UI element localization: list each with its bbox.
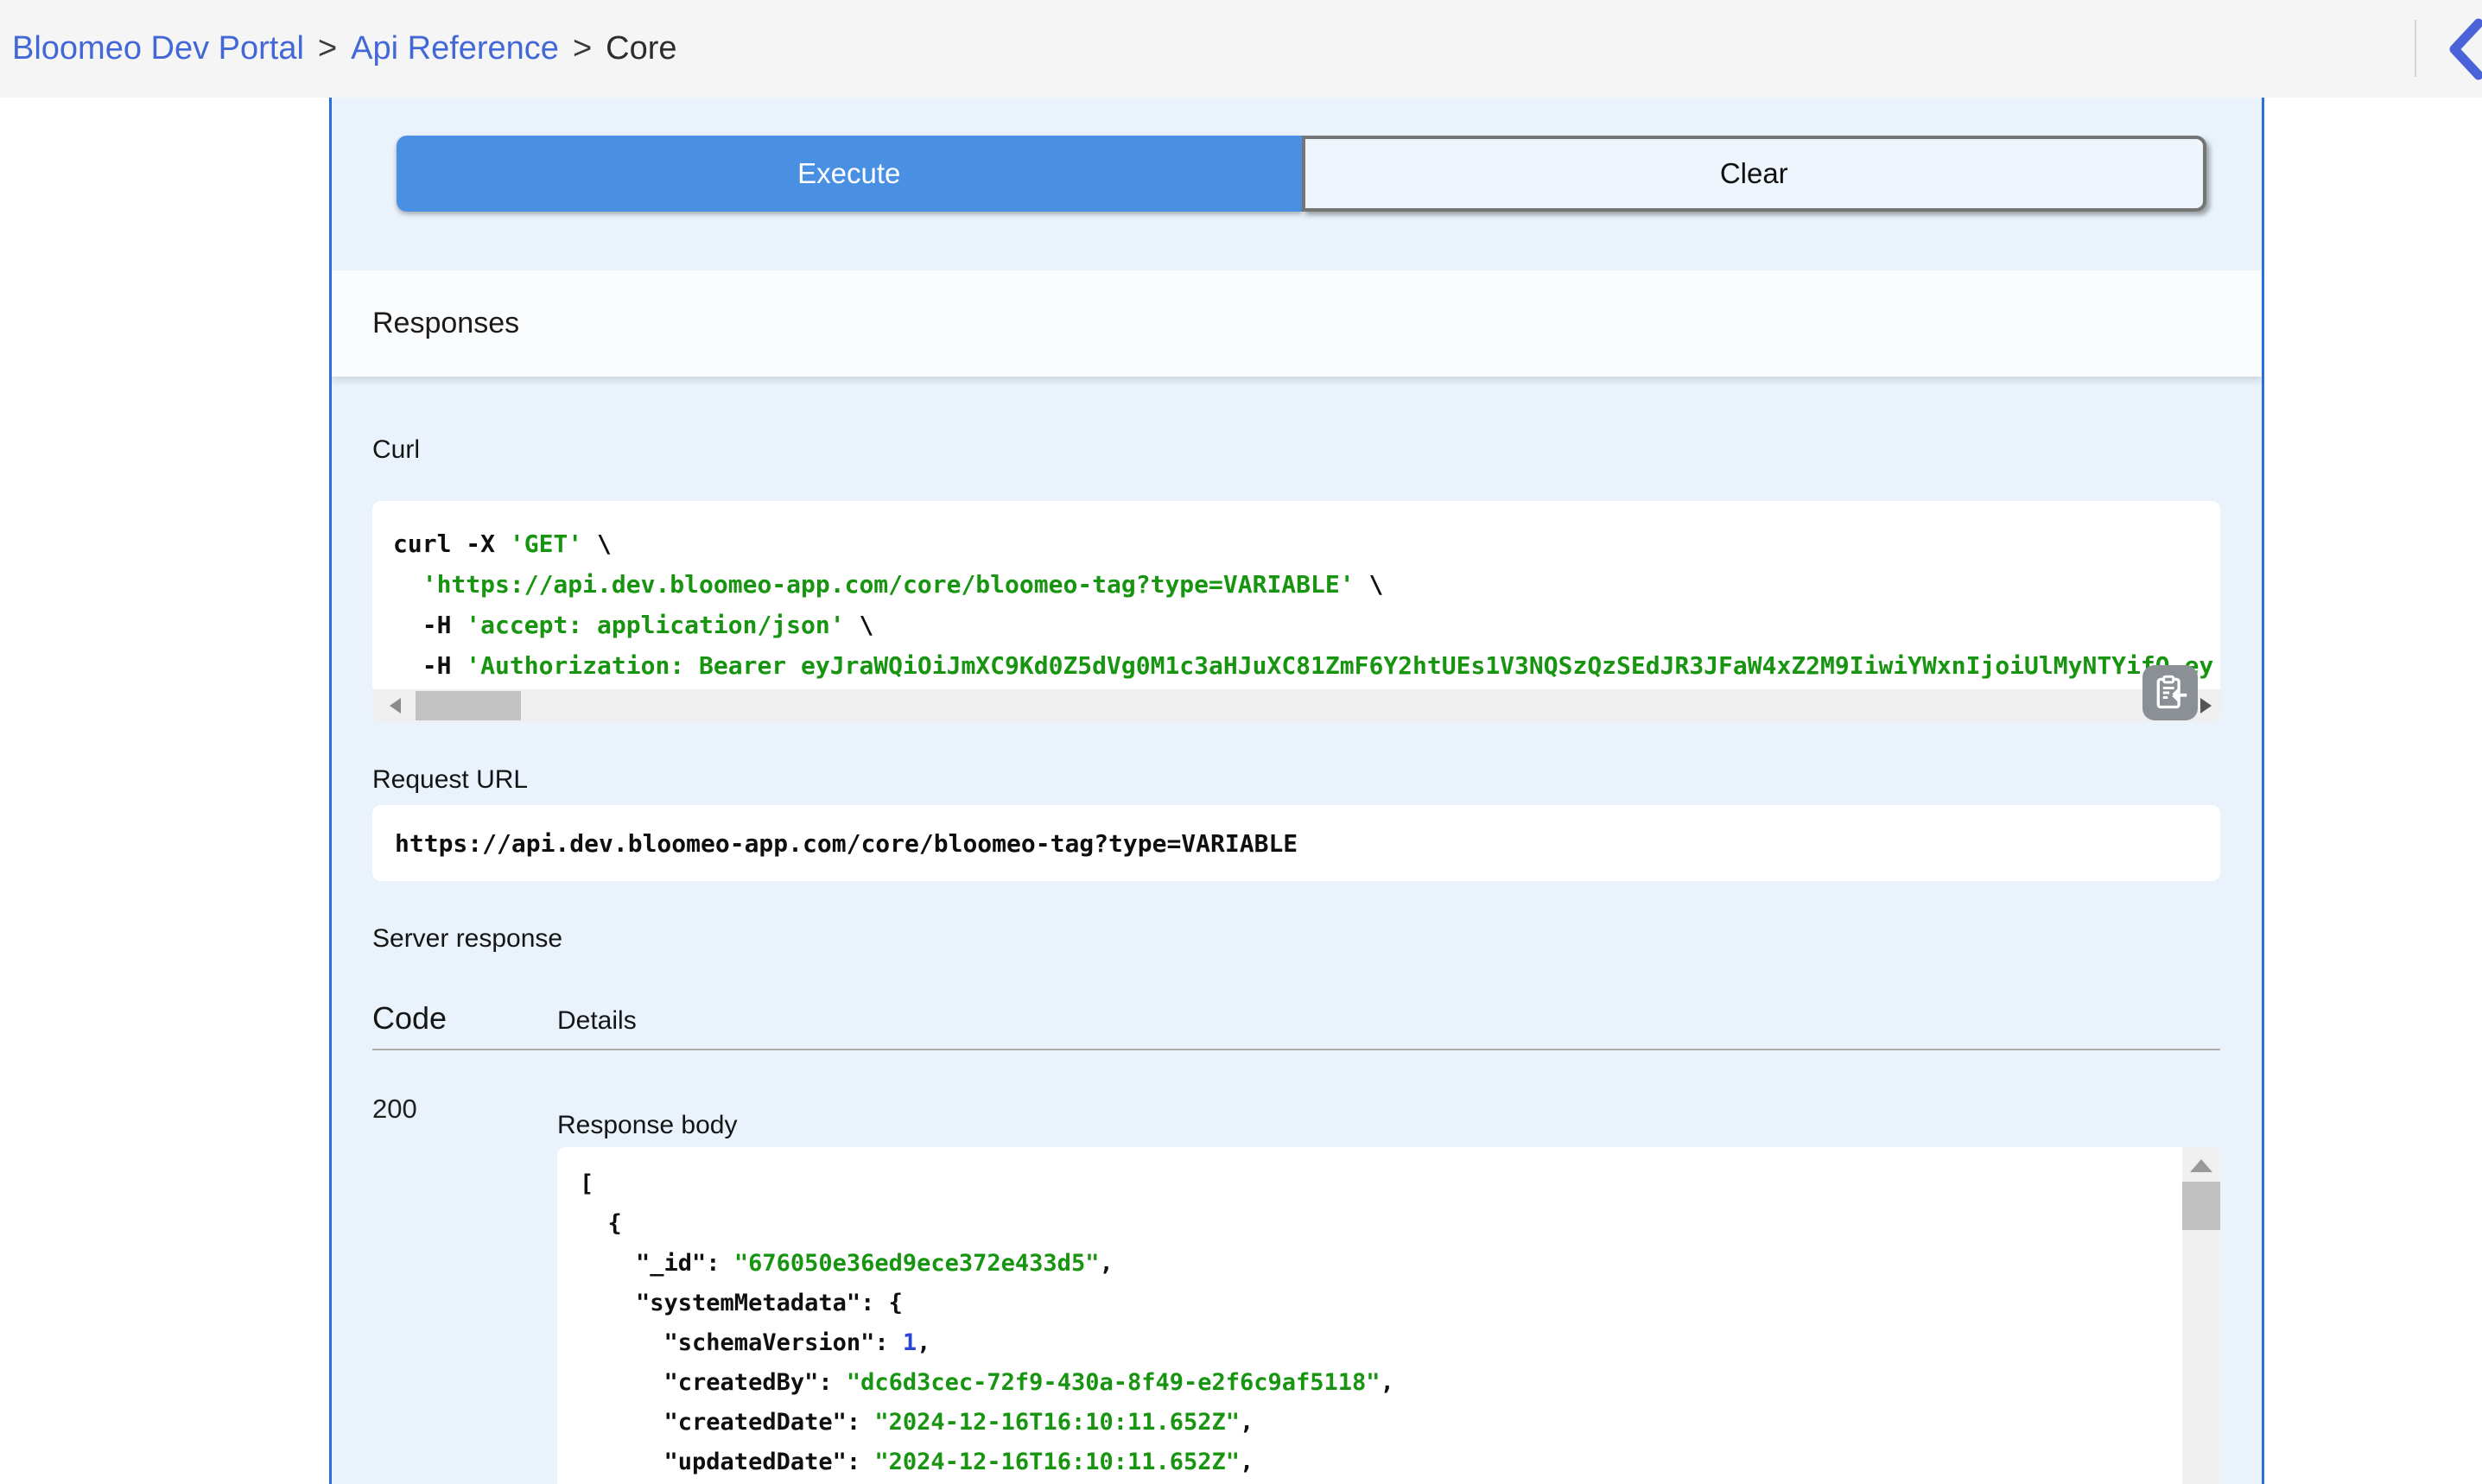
breadcrumb-link-dev-portal[interactable]: Bloomeo Dev Portal xyxy=(12,30,304,67)
status-code: 200 xyxy=(372,1094,557,1484)
server-response-table: Code Details 200 Response body [ { "_id"… xyxy=(372,1000,2220,1484)
scroll-up-arrow-icon[interactable] xyxy=(2190,1159,2212,1172)
header-divider xyxy=(2415,20,2416,77)
details-column-header: Details xyxy=(557,1006,2220,1036)
responses-title: Responses xyxy=(372,307,2221,340)
curl-code-block: curl -X 'GET' \ 'https://api.dev.bloomeo… xyxy=(372,501,2220,722)
response-body-label: Response body xyxy=(557,1094,2220,1140)
curl-horizontal-scrollbar[interactable] xyxy=(372,689,2220,722)
server-response-label: Server response xyxy=(372,924,2220,954)
sidebar-collapse-button[interactable] xyxy=(2444,17,2482,81)
responses-header: Responses xyxy=(332,270,2262,377)
curl-command: curl -X 'GET' \ 'https://api.dev.bloomeo… xyxy=(372,501,2220,689)
curl-label: Curl xyxy=(372,435,2220,465)
scroll-right-arrow-icon[interactable] xyxy=(2200,698,2212,713)
response-row-200: 200 Response body [ { "_id": "676050e36e… xyxy=(372,1094,2220,1484)
request-url-box: https://api.dev.bloomeo-app.com/core/blo… xyxy=(372,805,2220,881)
table-divider xyxy=(372,1049,2220,1050)
request-url-label: Request URL xyxy=(372,765,2220,795)
operation-panel: Execute Clear Responses Curl curl -X 'GE… xyxy=(329,98,2264,1484)
horizontal-scrollbar-thumb[interactable] xyxy=(416,691,521,720)
clipboard-copy-icon xyxy=(2151,674,2189,712)
scroll-left-arrow-icon[interactable] xyxy=(390,698,401,713)
page-header: Bloomeo Dev Portal > Api Reference > Cor… xyxy=(0,0,2482,98)
response-body-box: [ { "_id": "676050e36ed9ece372e433d5", "… xyxy=(557,1147,2220,1484)
copy-to-clipboard-button[interactable] xyxy=(2142,665,2198,720)
page: Bloomeo Dev Portal > Api Reference > Cor… xyxy=(0,0,2482,1484)
breadcrumb-link-api-reference[interactable]: Api Reference xyxy=(351,30,559,67)
main-area: Execute Clear Responses Curl curl -X 'GE… xyxy=(0,98,2482,1484)
response-body-scrollbar[interactable] xyxy=(2182,1147,2220,1484)
breadcrumb-current-core: Core xyxy=(606,30,676,67)
table-header-row: Code Details xyxy=(372,1000,2220,1037)
request-url-value: https://api.dev.bloomeo-app.com/core/blo… xyxy=(395,829,1298,858)
execute-row: Execute Clear xyxy=(397,136,2206,212)
response-body-json: [ { "_id": "676050e36ed9ece372e433d5", "… xyxy=(557,1147,2220,1482)
breadcrumb-separator: > xyxy=(318,30,337,67)
chevron-left-icon xyxy=(2444,17,2482,81)
code-column-header: Code xyxy=(372,1000,557,1037)
response-details-cell: Response body [ { "_id": "676050e36ed9ec… xyxy=(557,1094,2220,1484)
breadcrumb: Bloomeo Dev Portal > Api Reference > Cor… xyxy=(12,30,677,67)
responses-section: Curl curl -X 'GET' \ 'https://api.dev.bl… xyxy=(332,435,2262,1484)
clear-button[interactable]: Clear xyxy=(1302,136,2207,212)
breadcrumb-separator: > xyxy=(573,30,592,67)
execute-button[interactable]: Execute xyxy=(397,136,1302,212)
vertical-scrollbar-thumb[interactable] xyxy=(2182,1182,2220,1230)
